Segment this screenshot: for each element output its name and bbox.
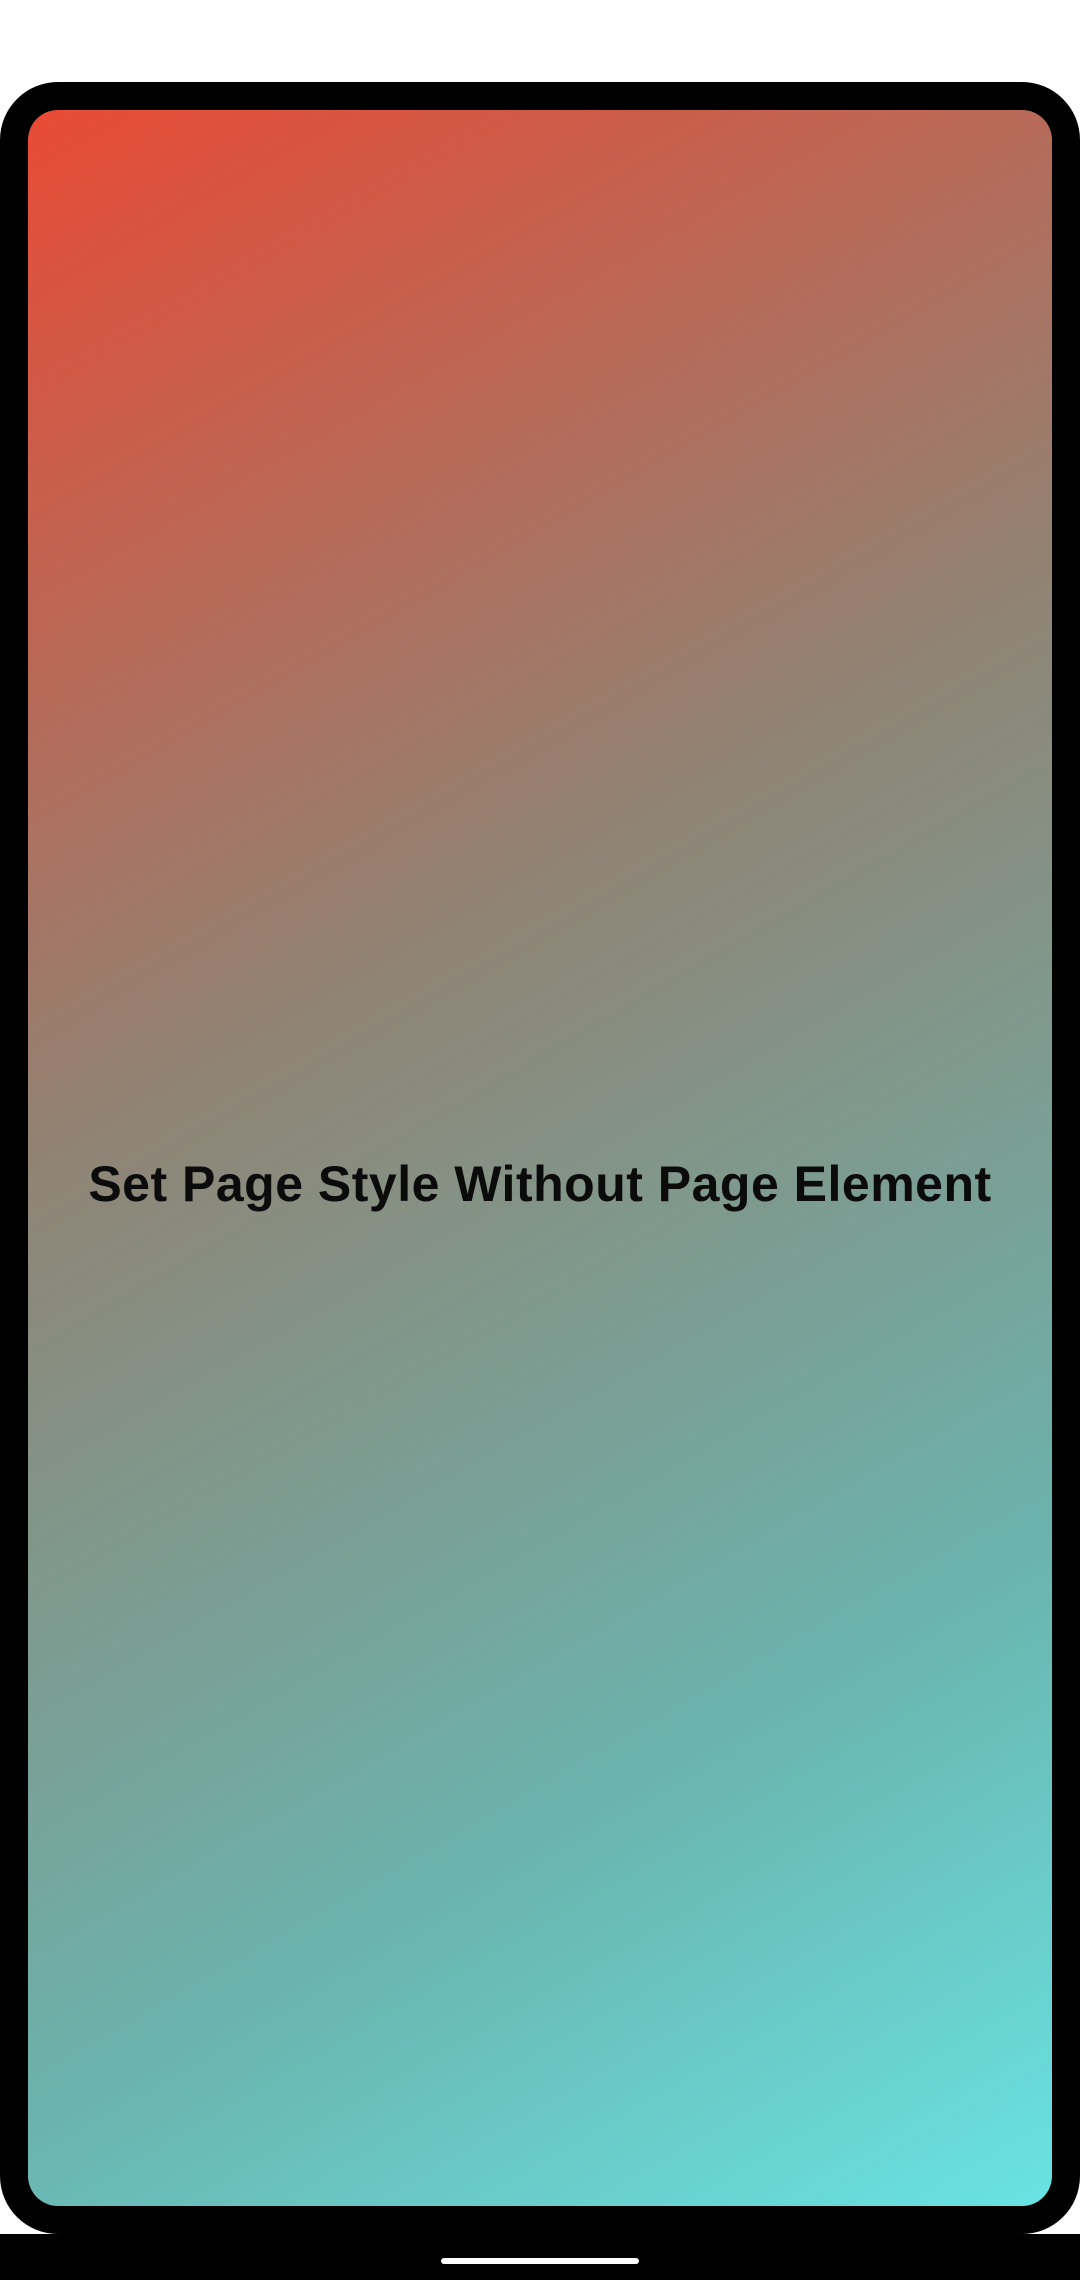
page-title: Set Page Style Without Page Element: [88, 1156, 992, 1212]
gradient-page: Set Page Style Without Page Element: [28, 110, 1052, 2206]
status-bar-area: [0, 0, 1080, 82]
home-indicator[interactable]: [441, 2258, 639, 2264]
device-frame: Set Page Style Without Page Element: [0, 82, 1080, 2234]
screen: Set Page Style Without Page Element: [0, 0, 1080, 2280]
system-navigation-bar: [0, 2234, 1080, 2280]
